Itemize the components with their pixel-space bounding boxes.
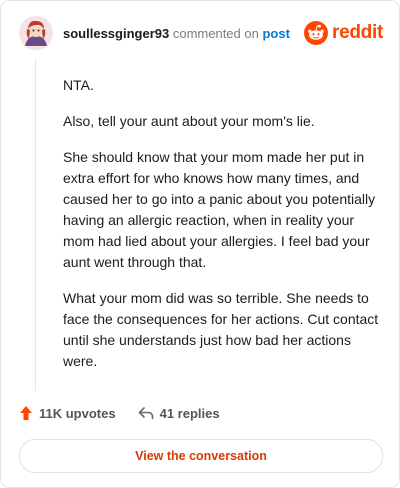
username-link[interactable]: soullessginger93: [63, 26, 169, 41]
post-link[interactable]: post: [262, 26, 289, 41]
reddit-alien-icon: [304, 21, 329, 45]
comment-paragraph: NTA.: [63, 77, 94, 93]
comment-paragraph: Also, tell your aunt about your mom's li…: [63, 113, 315, 129]
upvote-button[interactable]: 11K upvotes: [19, 405, 116, 421]
comment-paragraph: She should know that your mom made her p…: [63, 149, 376, 270]
cartoon-avatar-icon: [19, 16, 53, 50]
comment-paragraph: What your mom did was so terrible. She n…: [63, 290, 379, 369]
reply-arrow-icon: [138, 407, 153, 420]
thread-line: [35, 59, 36, 391]
comment-meta: soullessginger93 commented on post: [63, 26, 290, 41]
comment-stats: 11K upvotes 41 replies: [19, 405, 220, 421]
avatar[interactable]: [19, 16, 53, 50]
reddit-logo[interactable]: reddit: [304, 21, 383, 45]
reply-button[interactable]: 41 replies: [138, 406, 220, 421]
reply-count: 41 replies: [159, 405, 220, 421]
upvote-arrow-icon: [20, 406, 32, 420]
comment-header: soullessginger93 commented on post: [19, 15, 290, 51]
comment-action-text: commented on: [172, 25, 259, 41]
reddit-wordmark: reddit: [332, 22, 383, 43]
comment-card: soullessginger93 commented on post reddi…: [0, 0, 400, 488]
upvote-count: 11K upvotes: [39, 405, 116, 421]
comment-body: NTA. Also, tell your aunt about your mom…: [63, 75, 385, 387]
view-conversation-button[interactable]: View the conversation: [19, 439, 383, 473]
